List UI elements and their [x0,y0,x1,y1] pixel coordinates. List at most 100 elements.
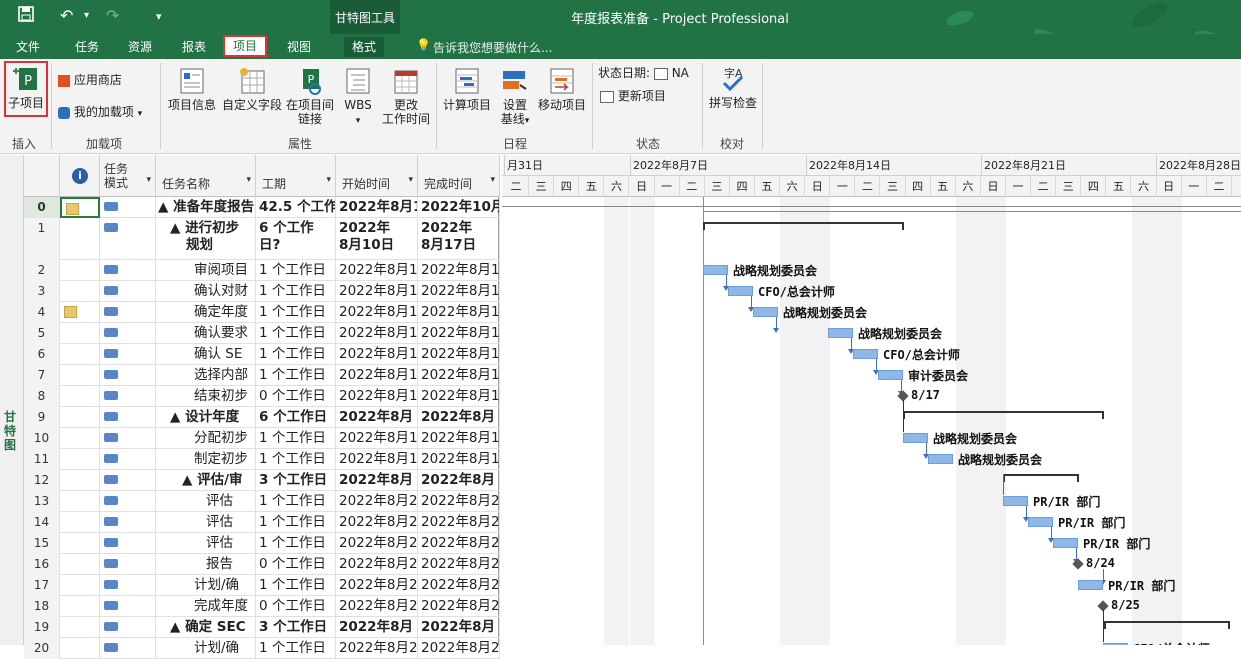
row-mode[interactable] [100,365,156,386]
task-bar[interactable] [703,265,728,275]
row-finish[interactable]: 2022年8月1 [418,428,500,449]
row-duration[interactable]: 1 个工作日 [256,260,336,281]
project-info-button[interactable]: 项目信息 [166,67,218,112]
row-finish[interactable]: 2022年8月 [418,407,500,428]
status-date-button[interactable]: 状态日期: NA [598,66,689,80]
row-duration[interactable]: 6 个工作 日? [256,218,336,260]
row-id[interactable]: 11 [24,449,60,470]
header-task-mode[interactable]: 任务 模式 ▾ [100,155,156,197]
row-duration[interactable]: 1 个工作日 [256,491,336,512]
table-row[interactable]: 0 ▲ 准备年度报告 42.5 个工作 2022年8月1 2022年10月 [24,197,500,218]
row-start[interactable]: 2022年 8月10日 [336,218,418,260]
row-finish[interactable]: 2022年8月2 [418,554,500,575]
row-name[interactable]: 审阅项目 [156,260,256,281]
chevron-down-icon[interactable]: ▾ [246,175,251,185]
row-mode[interactable] [100,344,156,365]
spell-check-button[interactable]: 字A 拼写检查 [706,65,760,110]
subproject-button[interactable]: P 子项目 [4,61,48,117]
row-id[interactable]: 5 [24,323,60,344]
row-start[interactable]: 2022年8月2 [336,554,418,575]
my-addins-button[interactable]: 我的加载项 ▾ [58,105,142,121]
move-project-button[interactable]: 移动项目 [536,67,588,112]
row-name[interactable]: 确认要求 [156,323,256,344]
row-duration[interactable]: 0 个工作日 [256,386,336,407]
tab-view[interactable]: 视图 [279,37,319,57]
row-id[interactable]: 12 [24,470,60,491]
chevron-down-icon[interactable]: ▾ [326,175,331,185]
header-id[interactable] [24,155,60,197]
row-id[interactable]: 3 [24,281,60,302]
row-duration[interactable]: 1 个工作日 [256,323,336,344]
row-id[interactable]: 17 [24,575,60,596]
row-id[interactable]: 10 [24,428,60,449]
row-finish[interactable]: 2022年10月 [418,197,500,218]
table-row[interactable]: 4 确定年度 1 个工作日 2022年8月1 2022年8月1 [24,302,500,323]
row-mode[interactable] [100,638,156,659]
task-bar[interactable] [828,328,853,338]
row-start[interactable]: 2022年8月2 [336,512,418,533]
row-name[interactable]: 确认 SE [156,344,256,365]
row-mode[interactable] [100,386,156,407]
row-start[interactable]: 2022年8月 [336,407,418,428]
set-baseline-button[interactable]: 设置 基线▾ [496,67,534,128]
row-duration[interactable]: 1 个工作日 [256,302,336,323]
row-start[interactable]: 2022年8月2 [336,638,418,659]
row-mode[interactable] [100,449,156,470]
table-row[interactable]: 10 分配初步 1 个工作日 2022年8月1 2022年8月1 [24,428,500,449]
note-icon[interactable] [64,306,77,318]
row-finish[interactable]: 2022年8月2 [418,575,500,596]
row-name[interactable]: 制定初步 [156,449,256,470]
row-mode[interactable] [100,407,156,428]
row-id[interactable]: 15 [24,533,60,554]
task-bar[interactable] [1053,538,1078,548]
row-start[interactable]: 2022年8月2 [336,533,418,554]
row-finish[interactable]: 2022年8月1 [418,302,500,323]
row-finish[interactable]: 2022年8月1 [418,281,500,302]
row-id[interactable]: 4 [24,302,60,323]
row-mode[interactable] [100,533,156,554]
row-duration[interactable]: 6 个工作日 [256,407,336,428]
row-mode[interactable] [100,281,156,302]
task-bar[interactable] [1003,496,1028,506]
row-mode[interactable] [100,470,156,491]
row-finish[interactable]: 2022年8月2 [418,491,500,512]
row-id[interactable]: 7 [24,365,60,386]
row-finish[interactable]: 2022年8月2 [418,638,500,659]
row-name[interactable]: ▲ 准备年度报告 [156,197,256,218]
row-name[interactable]: 选择内部 [156,365,256,386]
undo-dropdown-icon[interactable]: ▾ [84,10,89,21]
row-mode[interactable] [100,218,156,260]
header-start[interactable]: 开始时间 ▾ [336,155,418,197]
update-project-button[interactable]: 更新项目 [600,89,666,103]
row-name[interactable]: 计划/确 [156,638,256,659]
task-bar[interactable] [878,370,903,380]
table-row[interactable]: 17 计划/确 1 个工作日 2022年8月2 2022年8月2 [24,575,500,596]
table-row[interactable]: 18 完成年度 0 个工作日 2022年8月2 2022年8月2 [24,596,500,617]
customize-qat-icon[interactable]: ▾ [156,10,162,23]
table-row[interactable]: 6 确认 SE 1 个工作日 2022年8月1 2022年8月1 [24,344,500,365]
row-start[interactable]: 2022年8月1 [336,323,418,344]
redo-icon[interactable]: ↷ [106,6,119,25]
row-finish[interactable]: 2022年8月1 [418,365,500,386]
row-name[interactable]: ▲ 设计年度 [156,407,256,428]
row-start[interactable]: 2022年8月1 [336,302,418,323]
row-mode[interactable] [100,197,156,218]
row-duration[interactable]: 1 个工作日 [256,428,336,449]
row-finish[interactable]: 2022年8月1 [418,449,500,470]
header-indicators[interactable]: i [60,155,100,197]
row-duration[interactable]: 1 个工作日 [256,344,336,365]
row-name[interactable]: ▲ 确定 SEC [156,617,256,638]
row-mode[interactable] [100,512,156,533]
row-duration[interactable]: 1 个工作日 [256,575,336,596]
row-finish[interactable]: 2022年8月 [418,470,500,491]
row-duration[interactable]: 0 个工作日 [256,596,336,617]
table-row[interactable]: 16 报告 0 个工作日 2022年8月2 2022年8月2 [24,554,500,575]
row-name[interactable]: 计划/确 [156,575,256,596]
row-start[interactable]: 2022年8月1 [336,386,418,407]
row-duration[interactable]: 1 个工作日 [256,281,336,302]
header-task-name[interactable]: 任务名称 ▾ [156,155,256,197]
table-row[interactable]: 1 ▲ 进行初步 规划 6 个工作 日? 2022年 8月10日 2022年 8月17日 [24,218,500,260]
note-icon[interactable] [66,203,79,215]
row-id[interactable]: 16 [24,554,60,575]
row-finish[interactable]: 2022年8月1 [418,260,500,281]
